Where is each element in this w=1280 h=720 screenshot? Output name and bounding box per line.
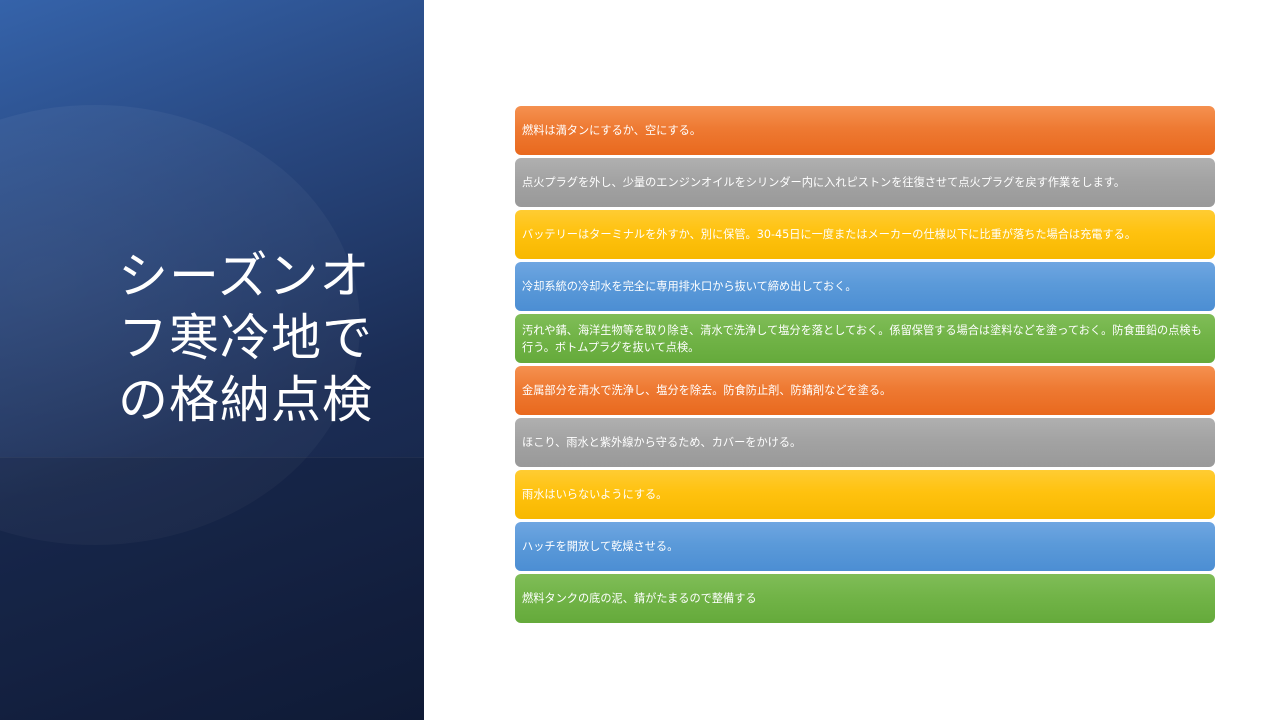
title-panel: シーズンオ フ寒冷地で の格納点検 bbox=[0, 0, 424, 720]
checklist-item: ほこり、雨水と紫外線から守るため、カバーをかける。 bbox=[515, 418, 1215, 467]
checklist-item: 雨水はいらないようにする。 bbox=[515, 470, 1215, 519]
checklist-item-text: 燃料は満タンにするか、空にする。 bbox=[522, 124, 702, 137]
checklist-item: 金属部分を清水で洗浄し、塩分を除去。防食防止剤、防錆剤などを塗る。 bbox=[515, 366, 1215, 415]
checklist-item: 点火プラグを外し、少量のエンジンオイルをシリンダー内に入れピストンを往復させて点… bbox=[515, 158, 1215, 207]
checklist-item-text: 雨水はいらないようにする。 bbox=[522, 488, 668, 501]
checklist-item: バッテリーはターミナルを外すか、別に保管。30-45日に一度またはメーカーの仕様… bbox=[515, 210, 1215, 259]
checklist-item-text: 点火プラグを外し、少量のエンジンオイルをシリンダー内に入れピストンを往復させて点… bbox=[522, 176, 1126, 189]
decorative-shade bbox=[0, 457, 424, 720]
checklist-item-text: バッテリーはターミナルを外すか、別に保管。30-45日に一度またはメーカーの仕様… bbox=[522, 228, 1137, 241]
checklist-item: 燃料タンクの底の泥、錆がたまるので整備する bbox=[515, 574, 1215, 623]
slide: シーズンオ フ寒冷地で の格納点検 燃料は満タンにするか、空にする。 点火プラグ… bbox=[0, 0, 1280, 720]
checklist: 燃料は満タンにするか、空にする。 点火プラグを外し、少量のエンジンオイルをシリン… bbox=[515, 106, 1215, 626]
checklist-item: 燃料は満タンにするか、空にする。 bbox=[515, 106, 1215, 155]
checklist-item-text: 燃料タンクの底の泥、錆がたまるので整備する bbox=[522, 592, 757, 605]
checklist-item-text: ハッチを開放して乾燥させる。 bbox=[522, 540, 679, 553]
checklist-item-text: 汚れや錆、海洋生物等を取り除き、清水で洗浄して塩分を落としておく。係留保管する場… bbox=[522, 323, 1202, 354]
checklist-item-text: 金属部分を清水で洗浄し、塩分を除去。防食防止剤、防錆剤などを塗る。 bbox=[522, 384, 892, 397]
checklist-item: 汚れや錆、海洋生物等を取り除き、清水で洗浄して塩分を落としておく。係留保管する場… bbox=[515, 314, 1215, 363]
checklist-item: ハッチを開放して乾燥させる。 bbox=[515, 522, 1215, 571]
checklist-item-text: 冷却系統の冷却水を完全に専用排水口から抜いて締め出しておく。 bbox=[522, 280, 857, 293]
slide-title: シーズンオ フ寒冷地で の格納点検 bbox=[118, 247, 373, 429]
checklist-item: 冷却系統の冷却水を完全に専用排水口から抜いて締め出しておく。 bbox=[515, 262, 1215, 311]
checklist-item-text: ほこり、雨水と紫外線から守るため、カバーをかける。 bbox=[522, 436, 802, 449]
